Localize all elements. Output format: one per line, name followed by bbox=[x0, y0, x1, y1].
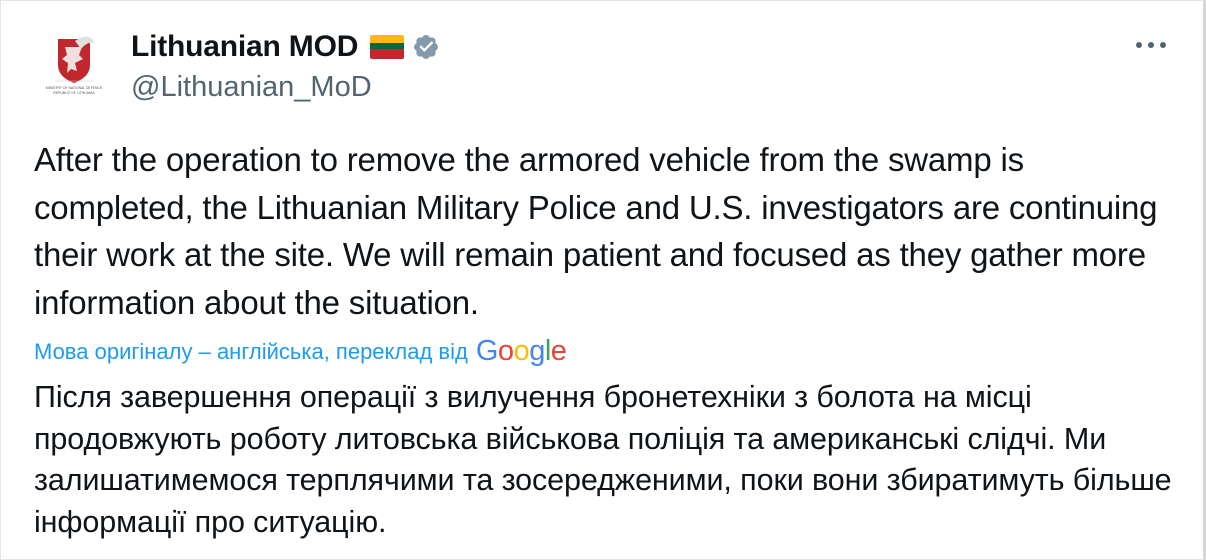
avatar[interactable]: MINISTRY OF NATIONAL DEFENCE REPUBLIC OF… bbox=[31, 21, 117, 107]
translation-label[interactable]: Мова оригіналу – англійська, переклад ві… bbox=[34, 339, 468, 365]
google-logo: Google bbox=[475, 334, 567, 367]
translation-attribution: Мова оригіналу – англійська, переклад ві… bbox=[34, 334, 567, 367]
author-name-row: Lithuanian MOD bbox=[131, 28, 440, 66]
more-options-button[interactable] bbox=[1131, 29, 1171, 61]
author-handle[interactable]: @Lithuanian_MoD bbox=[131, 71, 372, 104]
avatar-caption-line1: MINISTRY OF NATIONAL DEFENCE bbox=[46, 86, 103, 90]
more-dots-icon bbox=[1136, 42, 1166, 48]
verified-badge-icon[interactable] bbox=[412, 33, 440, 61]
display-name[interactable]: Lithuanian MOD bbox=[131, 30, 358, 64]
ministry-logo-icon: MINISTRY OF NATIONAL DEFENCE REPUBLIC OF… bbox=[31, 21, 117, 107]
tweet-text: After the operation to remove the armore… bbox=[34, 141, 1158, 321]
translated-tweet-text: Після завершення операції з вилучення бр… bbox=[34, 380, 1172, 539]
lithuania-flag-icon bbox=[370, 35, 405, 59]
avatar-caption-line2: REPUBLIC OF LITHUANIA bbox=[53, 91, 95, 95]
tweet-card: MINISTRY OF NATIONAL DEFENCE REPUBLIC OF… bbox=[0, 0, 1206, 560]
